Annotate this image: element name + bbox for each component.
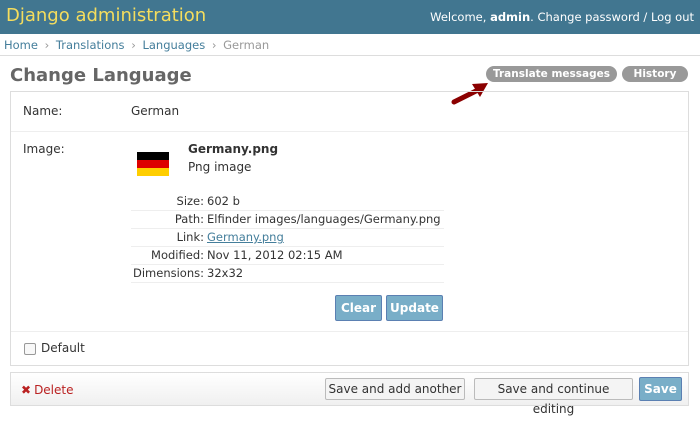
metadata-value: Nov 11, 2012 02:15 AM xyxy=(207,248,343,262)
save-and-continue-button[interactable]: Save and continue editing xyxy=(474,378,633,416)
change-form: Name: German Image: Germany.png Png imag… xyxy=(10,91,689,366)
file-type: Png image xyxy=(188,160,252,174)
username: admin xyxy=(490,10,531,24)
metadata-key: Path: xyxy=(174,212,204,226)
metadata-row: Size: 602 b xyxy=(131,193,444,211)
page-title: Change Language xyxy=(10,65,192,86)
delete-x-icon: ✖ xyxy=(21,383,32,397)
form-row-default: Default xyxy=(11,332,688,366)
metadata-row: Modified: Nov 11, 2012 02:15 AM xyxy=(131,247,444,265)
breadcrumb-separator: › xyxy=(44,38,50,52)
translate-messages-button[interactable]: Translate messages xyxy=(486,66,617,82)
save-button[interactable]: Save xyxy=(639,377,682,401)
file-link[interactable]: Germany.png xyxy=(207,229,284,246)
german-flag-thumbnail xyxy=(137,152,169,176)
logout-link[interactable]: Log out xyxy=(651,10,694,24)
clear-button[interactable]: Clear xyxy=(335,295,382,321)
save-and-add-another-button[interactable]: Save and add another xyxy=(325,378,465,400)
delete-label: Delete xyxy=(34,383,74,397)
update-button[interactable]: Update xyxy=(386,295,443,321)
metadata-value: Elfinder images/languages/Germany.png xyxy=(207,212,441,226)
file-metadata-table: Size: 602 b Path: Elfinder images/langua… xyxy=(131,193,444,283)
breadcrumb-separator: › xyxy=(131,38,136,52)
submit-row: ✖ Delete Save and add another Save and co… xyxy=(10,372,689,416)
name-value: German xyxy=(131,104,180,118)
delete-link[interactable]: ✖ Delete xyxy=(21,383,74,397)
form-row-image: Image: Germany.png Png image Size: 602 b… xyxy=(11,132,688,332)
file-name: Germany.png xyxy=(188,142,279,156)
breadcrumb: Home › Translations › Languages › German xyxy=(0,34,700,56)
metadata-value: 602 b xyxy=(207,194,240,208)
breadcrumb-home[interactable]: Home xyxy=(4,38,38,52)
metadata-key: Size: xyxy=(176,194,204,208)
welcome-text: Welcome, xyxy=(430,10,487,24)
breadcrumb-translations[interactable]: Translations xyxy=(56,38,125,52)
metadata-row: Path: Elfinder images/languages/Germany.… xyxy=(131,211,444,229)
breadcrumb-current: German xyxy=(223,38,270,52)
breadcrumb-separator: › xyxy=(211,38,217,52)
user-tools-separator: / xyxy=(639,10,651,24)
breadcrumb-languages[interactable]: Languages xyxy=(142,38,205,52)
metadata-value: 32x32 xyxy=(207,266,244,280)
metadata-key: Link: xyxy=(176,230,204,244)
header-bar: Django administration Welcome, admin. Ch… xyxy=(0,0,700,34)
metadata-row: Dimensions: 32x32 xyxy=(131,265,444,283)
metadata-key: Dimensions: xyxy=(133,266,204,280)
metadata-key: Modified: xyxy=(151,248,204,262)
default-label[interactable]: Default xyxy=(41,341,85,355)
image-label: Image: xyxy=(23,142,65,156)
user-tools: Welcome, admin. Change password / Log ou… xyxy=(430,10,694,24)
history-button[interactable]: History xyxy=(622,66,688,82)
default-checkbox[interactable] xyxy=(24,343,36,355)
metadata-row: Link: Germany.png xyxy=(131,229,444,247)
form-row-name: Name: German xyxy=(11,92,688,132)
change-password-link[interactable]: Change password xyxy=(537,10,639,24)
site-branding[interactable]: Django administration xyxy=(6,5,206,26)
name-label: Name: xyxy=(23,104,63,118)
